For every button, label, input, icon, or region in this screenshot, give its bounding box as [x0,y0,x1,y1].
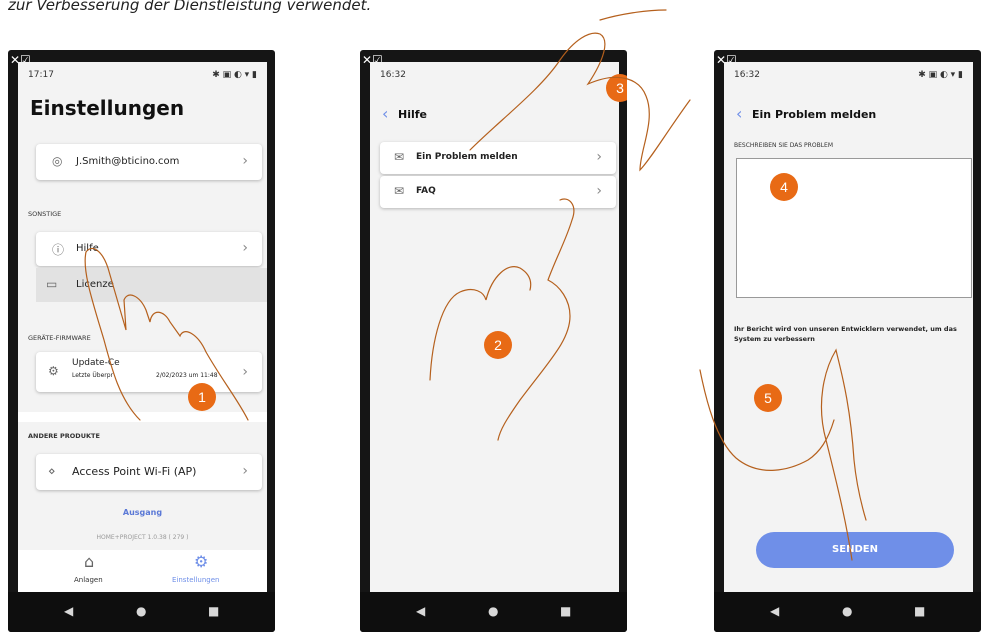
update-label: Update-Ce [72,358,120,368]
status-time: 16:32 [734,70,760,80]
help-label: Hilfe [76,243,99,254]
describe-label: BESCHREIBEN SIE DAS PROBLEM [734,142,833,149]
access-point-label: Access Point Wi-Fi (AP) [72,465,197,478]
caption: zur Verbesserung der Dienstleistung verw… [8,0,372,14]
report-label: Ein Problem melden [416,152,518,162]
share-icon: ⋄ [48,464,56,478]
home-icon: ⌂ [84,552,95,571]
account-email: J.Smith@bticino.com [76,156,180,167]
home-nav-icon[interactable]: ● [136,604,146,618]
chevron-right-icon: › [242,240,248,256]
back-nav-icon[interactable]: ◀ [64,604,73,618]
settings-screen: 17:17 ✱ ▣ ◐ ▾ ▮ Einstellungen ◎ J.Smith@… [18,62,267,592]
back-arrow-icon[interactable]: ‹ [736,104,742,123]
user-icon: ◎ [52,154,63,168]
back-arrow-icon[interactable]: ‹ [382,104,388,123]
page-title: Einstellungen [30,96,185,120]
tab-bar: ⌂ Anlagen ⚙ Einstellungen [18,550,267,592]
section-firmware: GERÄTE-FIRMWARE [28,334,91,342]
recents-nav-icon[interactable]: ■ [208,604,219,618]
logout-link[interactable]: Ausgang [18,508,267,517]
send-button[interactable]: SENDEN [756,532,954,568]
phone-report: ✕☑ 16:32 ✱ ▣ ◐ ▾ ▮ ‹ Ein Problem melden … [714,50,981,632]
mail-icon: ✉ [394,150,405,164]
step-badge: 5 [754,384,782,412]
system-navbar: ◀ ● ■ [714,592,981,632]
step-badge: 1 [188,383,216,411]
mail-icon: ✉ [394,184,405,198]
gear-icon: ⚙ [48,364,59,378]
page-title: Hilfe [398,108,427,121]
app-version: HOME+PROJECT 1.0.38 ( 279 ) [96,534,189,541]
step-badge: 4 [770,173,798,201]
back-nav-icon[interactable]: ◀ [770,604,779,618]
tab-settings[interactable]: Einstellungen [172,576,219,584]
phone-help: ✕☑ 16:32 ‹ Hilfe ✉ Ein Problem melden › … [360,50,627,632]
gear-icon: ⚙ [194,552,209,571]
status-icons: ✱ ▣ ◐ ▾ ▮ [212,70,257,80]
section-other-products: ANDERE PRODUKTE [28,432,100,440]
tab-plants[interactable]: Anlagen [74,576,103,584]
divider [18,412,267,422]
report-problem-row[interactable]: ✉ Ein Problem melden › [380,142,616,174]
help-screen: 16:32 ‹ Hilfe ✉ Ein Problem melden › ✉ F… [370,62,619,592]
status-time: 16:32 [380,70,406,80]
update-date: 2/02/2023 um 11:48 [156,372,218,379]
system-navbar: ◀ ● ■ [360,592,627,632]
back-nav-icon[interactable]: ◀ [416,604,425,618]
faq-row[interactable]: ✉ FAQ › [380,176,616,208]
chevron-right-icon: › [242,153,248,169]
question-icon: ⓘ [52,243,65,257]
chevron-right-icon: › [596,183,602,199]
report-note: Ihr Bericht wird von unseren Entwicklern… [734,325,957,343]
home-nav-icon[interactable]: ● [488,604,498,618]
chevron-right-icon: › [596,149,602,165]
hand-icon [599,9,667,21]
system-navbar: ◀ ● ■ [8,592,275,632]
status-icons: ✱ ▣ ◐ ▾ ▮ [918,70,963,80]
phone-settings: ✕☑ 17:17 ✱ ▣ ◐ ▾ ▮ Einstellungen ◎ J.Smi… [8,50,275,632]
access-point-row[interactable]: ⋄ Access Point Wi-Fi (AP) › [36,454,262,490]
faq-label: FAQ [416,186,436,196]
update-center-row[interactable]: ⚙ Update-Ce Letzte Überpr 2/02/2023 um 1… [36,352,262,392]
step-badge: 3 [606,74,627,102]
chevron-right-icon: › [242,463,248,479]
recents-nav-icon[interactable]: ■ [914,604,925,618]
book-icon: ▭ [46,277,58,291]
status-time: 17:17 [28,70,54,80]
licence-label: Licenze [76,279,114,290]
section-other: SONSTIGE [28,210,62,218]
step-badge: 2 [484,331,512,359]
page-title: Ein Problem melden [752,108,877,121]
licence-row[interactable]: ▭ Licenze [36,268,267,302]
home-nav-icon[interactable]: ● [842,604,852,618]
update-sub: Letzte Überpr [72,372,114,379]
recents-nav-icon[interactable]: ■ [560,604,571,618]
account-row[interactable]: ◎ J.Smith@bticino.com › [36,144,262,180]
chevron-right-icon: › [242,364,248,380]
report-screen: 16:32 ✱ ▣ ◐ ▾ ▮ ‹ Ein Problem melden BES… [724,62,973,592]
help-row[interactable]: ⓘ Hilfe › [36,232,262,266]
